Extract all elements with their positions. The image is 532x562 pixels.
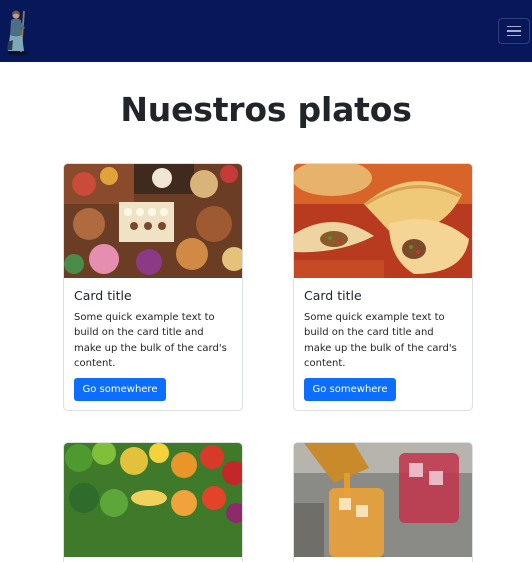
card-text: Some quick example text to build on the … [74,312,227,369]
dish-card [63,442,243,562]
card-title: Card title [74,288,132,303]
go-somewhere-button[interactable]: Go somewhere [304,378,396,401]
dish-card [293,442,473,562]
hamburger-menu-icon [507,25,521,28]
navbar [0,0,532,62]
page-title: Nuestros platos [120,90,412,129]
go-somewhere-button[interactable]: Go somewhere [74,378,166,401]
dish-card: Card title Some quick example text to bu… [293,163,473,411]
navbar-toggler-button[interactable] [498,18,530,44]
card-title: Card title [304,288,362,303]
brand-logo-icon[interactable] [4,6,32,56]
empanadas-image [294,164,472,278]
card-text: Some quick example text to build on the … [304,312,457,369]
dish-card: Card title Some quick example text to bu… [63,163,243,411]
snacks-table-image [64,164,242,278]
